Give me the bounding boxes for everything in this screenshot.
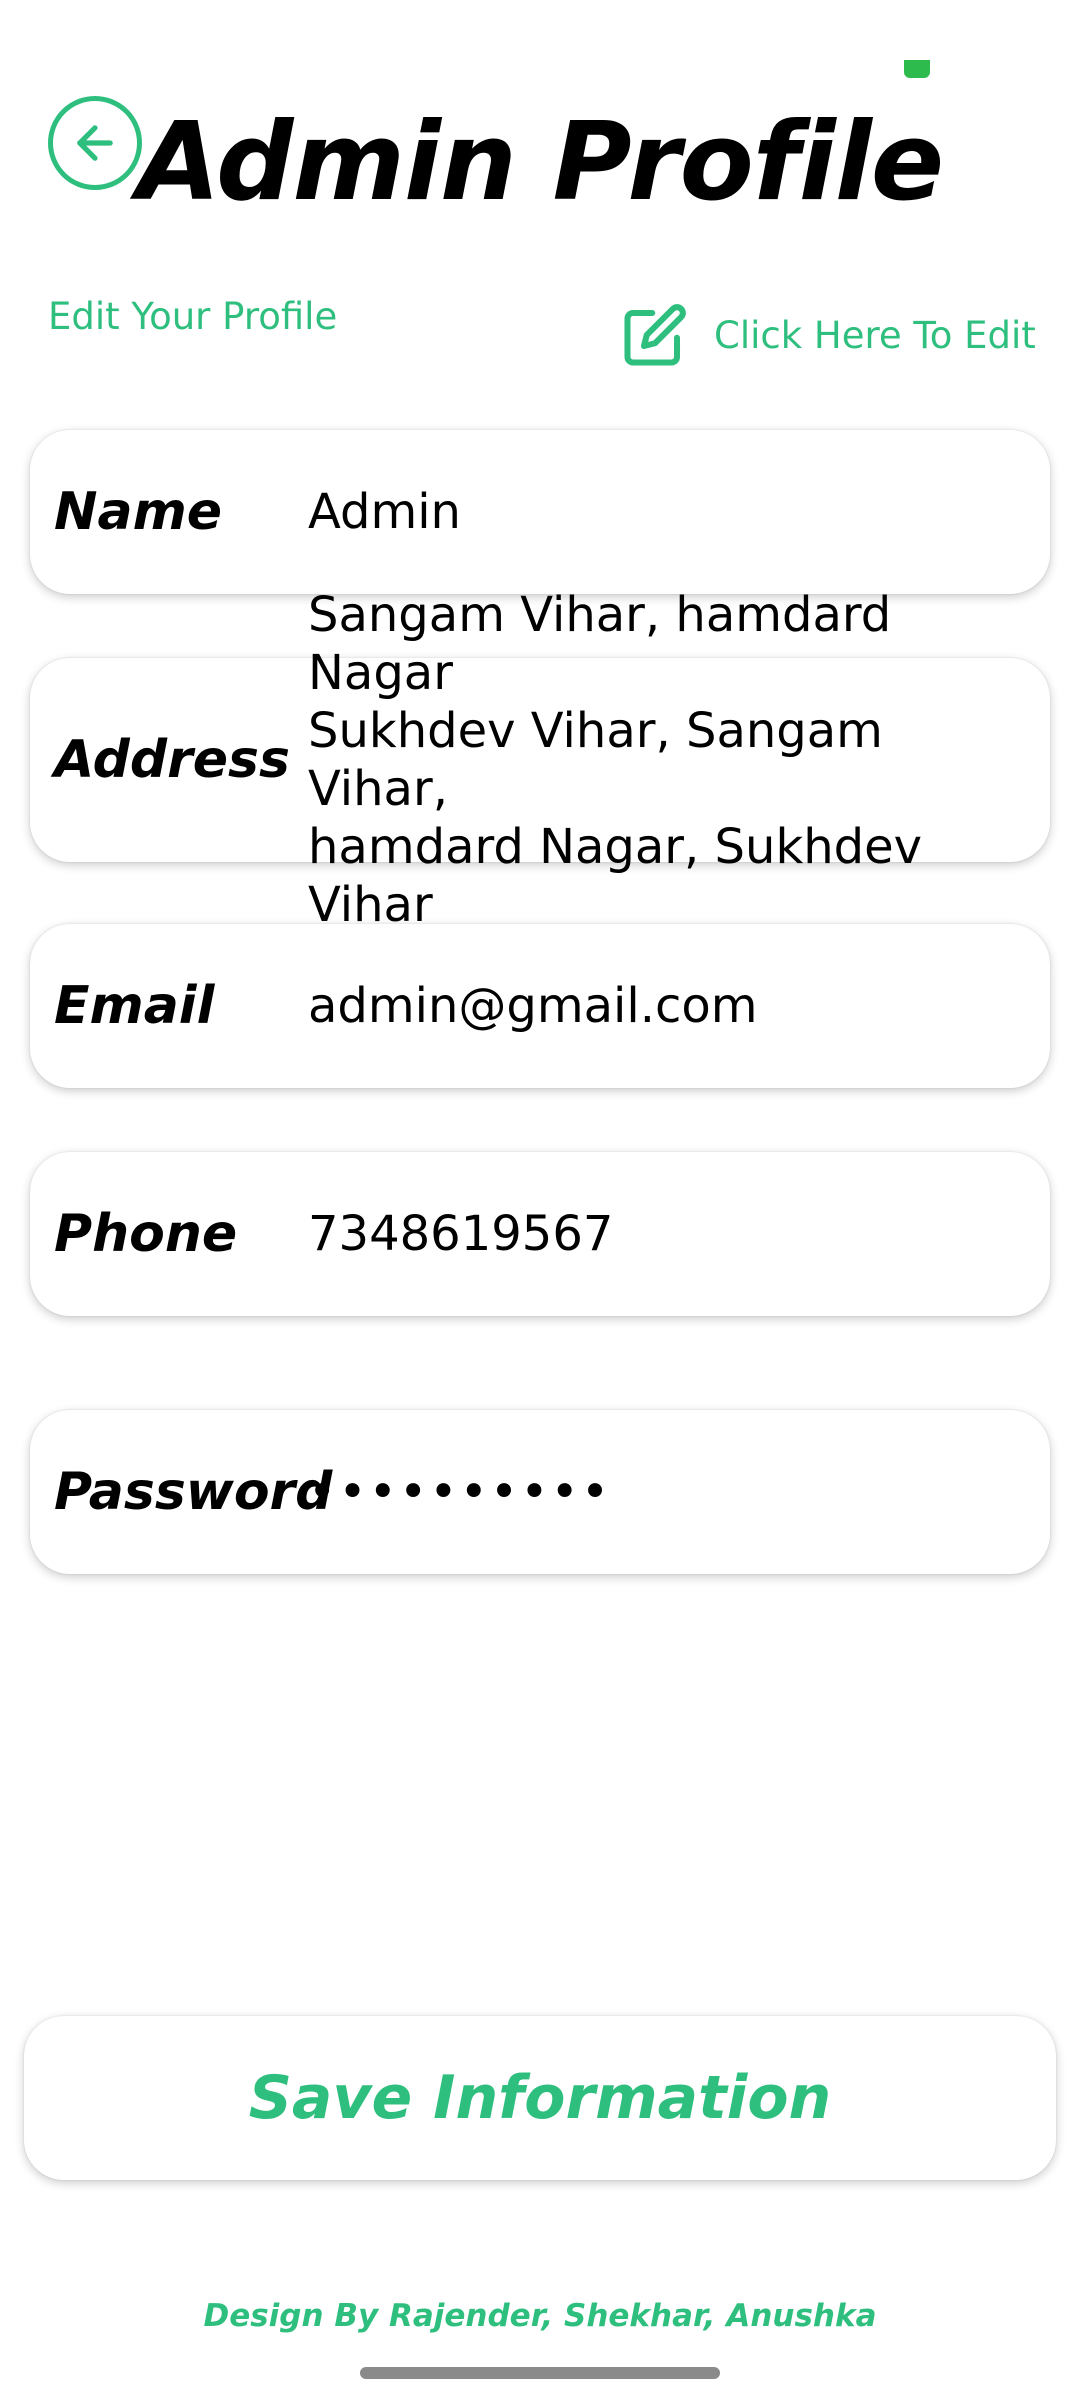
address-label: Address (54, 730, 290, 790)
name-label: Name (54, 482, 223, 542)
phone-value[interactable]: 7348619567 (308, 1152, 1026, 1316)
status-indicator-icon (904, 60, 930, 78)
page-title: Admin Profile (136, 100, 944, 225)
password-field[interactable]: Password •••••••••• (30, 1410, 1050, 1574)
design-credit: Design By Rajender, Shekhar, Anushka (203, 2298, 877, 2334)
save-information-button[interactable]: Save Information (24, 2016, 1056, 2180)
name-field[interactable]: Name Admin (30, 430, 1050, 594)
click-to-edit-button[interactable]: Click Here To Edit (622, 300, 1036, 370)
email-label: Email (54, 976, 215, 1036)
address-value[interactable]: Sangam Vihar, hamdard Nagar Sukhdev Viha… (308, 587, 1026, 933)
click-to-edit-label: Click Here To Edit (714, 313, 1036, 357)
email-field[interactable]: Email admin@gmail.com (30, 924, 1050, 1088)
home-indicator[interactable] (360, 2367, 720, 2379)
email-value[interactable]: admin@gmail.com (308, 924, 1026, 1088)
address-field[interactable]: Address Sangam Vihar, hamdard Nagar Sukh… (30, 587, 1050, 933)
admin-profile-screen: Admin Profile Edit Your Profile Click He… (0, 0, 1080, 2400)
password-label: Password (54, 1462, 333, 1522)
password-value[interactable]: •••••••••• (308, 1410, 1026, 1574)
edit-profile-subtitle: Edit Your Profile (48, 295, 338, 338)
edit-icon (624, 304, 686, 366)
phone-label: Phone (54, 1204, 238, 1264)
phone-field[interactable]: Phone 7348619567 (30, 1152, 1050, 1316)
name-value[interactable]: Admin (308, 430, 1026, 594)
